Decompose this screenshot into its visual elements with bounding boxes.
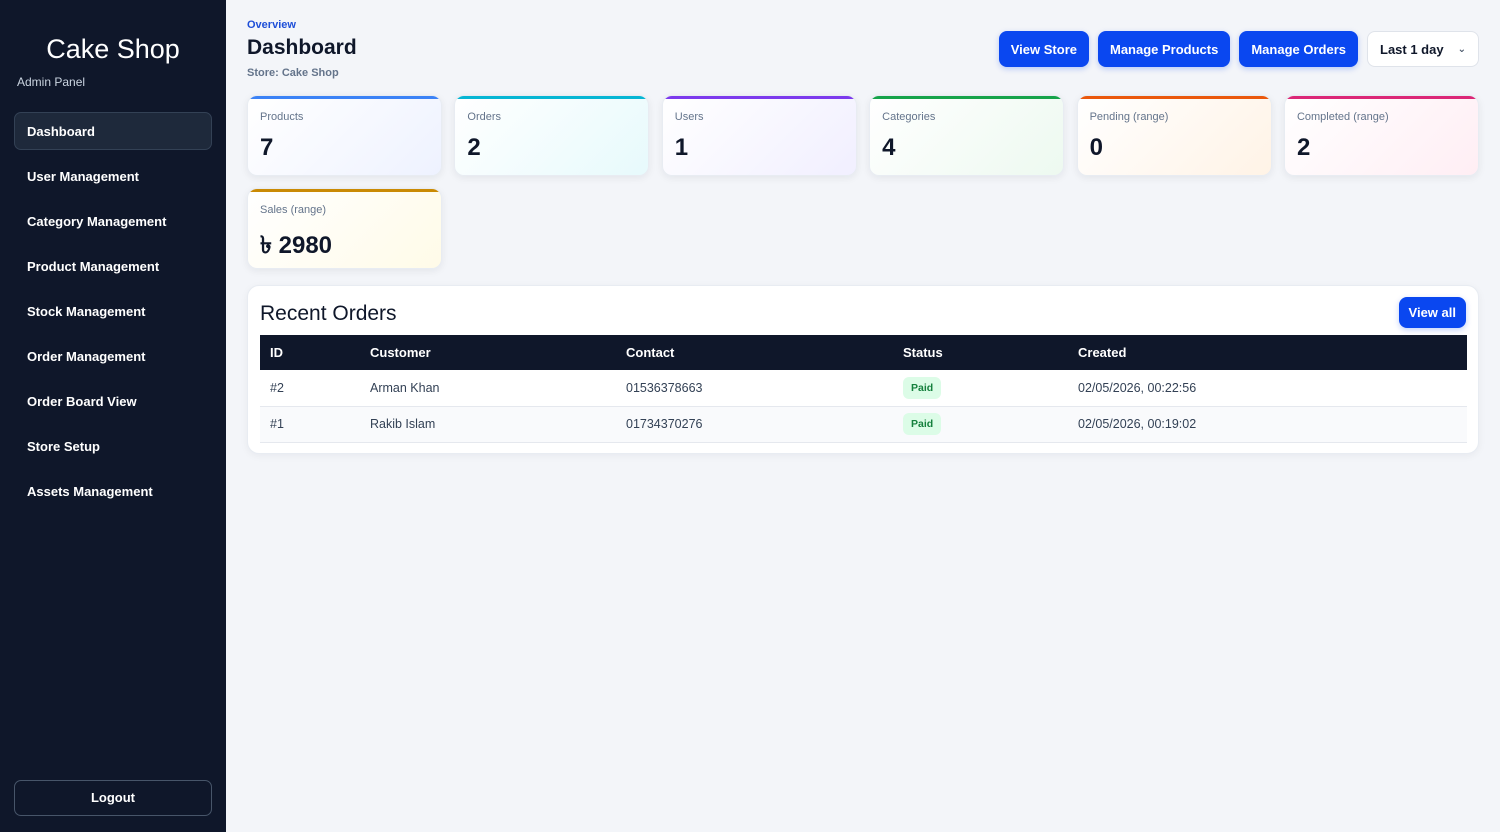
stat-label: Pending (range): [1089, 111, 1169, 123]
order-customer: Arman Khan: [370, 380, 440, 395]
order-created: 02/05/2026, 00:22:56: [1078, 380, 1197, 395]
logout-button[interactable]: Logout: [14, 780, 212, 816]
order-status-cell: Paid: [893, 406, 1068, 442]
recent-orders-title: Recent Orders: [260, 302, 397, 325]
recent-orders-panel: Recent Orders View all ID Customer Conta…: [247, 285, 1479, 454]
breadcrumb: Overview: [247, 19, 296, 31]
stat-value: ৳ 2980: [260, 232, 333, 259]
order-customer: Rakib Islam: [370, 417, 436, 431]
stats-cards: Products 7 Orders 2 Users 1 Categories 4…: [247, 95, 1479, 269]
stat-value: 4: [882, 134, 896, 161]
card-accent-bar: [662, 96, 856, 99]
stat-value: 7: [260, 134, 274, 161]
stat-value: 2: [1296, 134, 1311, 161]
table-row[interactable]: #2 Arman Khan 01536378663 Paid 02/05/202…: [260, 370, 1467, 406]
column-header-customer: Customer: [370, 345, 431, 360]
card-accent-bar: [1284, 96, 1478, 99]
chevron-down-icon: ⌄: [1457, 43, 1466, 55]
sidebar-item-category-management[interactable]: Category Management: [14, 202, 212, 240]
order-id: #2: [270, 380, 284, 395]
view-store-button[interactable]: View Store: [998, 31, 1089, 67]
table-row[interactable]: #1 Rakib Islam 01734370276 Paid 02/05/20…: [260, 406, 1467, 442]
stat-label: Sales (range): [260, 204, 327, 216]
store-label: Store: Cake Shop: [247, 67, 339, 79]
sidebar-item-order-board-view[interactable]: Order Board View: [14, 382, 212, 420]
order-contact: 01734370276: [626, 417, 703, 431]
stat-card-completed: Completed (range) 2: [1283, 95, 1479, 176]
stat-card-users: Users 1: [661, 95, 857, 176]
sidebar-item-assets-management[interactable]: Assets Management: [14, 472, 212, 510]
stat-card-categories: Categories 4: [869, 95, 1065, 176]
date-range-select[interactable]: Last 1 day ⌄: [1367, 31, 1479, 67]
stat-card-pending: Pending (range) 0: [1076, 95, 1272, 176]
stat-value: 2: [467, 134, 481, 161]
sidebar-item-user-management[interactable]: User Management: [14, 157, 212, 195]
stat-card-orders: Orders 2: [454, 95, 650, 176]
manage-products-button[interactable]: Manage Products: [1097, 31, 1231, 67]
stat-value: 1: [674, 134, 689, 161]
card-accent-bar: [248, 96, 441, 99]
stat-value: 0: [1089, 134, 1103, 161]
sidebar-item-store-setup[interactable]: Store Setup: [14, 427, 212, 465]
status-badge: Paid: [903, 413, 942, 435]
stat-label: Categories: [882, 111, 936, 123]
stat-label: Products: [260, 111, 304, 123]
sidebar-nav: Dashboard User Management Category Manag…: [14, 112, 212, 517]
sidebar-item-order-management[interactable]: Order Management: [14, 337, 212, 375]
order-created: 02/05/2026, 00:19:02: [1078, 417, 1197, 431]
stat-label: Orders: [467, 111, 502, 123]
column-header-status: Status: [903, 345, 943, 360]
page-title: Dashboard: [247, 36, 357, 59]
stat-label: Completed (range): [1296, 111, 1389, 123]
manage-orders-button[interactable]: Manage Orders: [1239, 31, 1358, 67]
main-content: Overview Dashboard Store: Cake Shop View…: [226, 0, 1500, 832]
card-accent-bar: [248, 189, 441, 192]
sidebar: Cake Shop Admin Panel Dashboard User Man…: [0, 0, 226, 832]
column-header-id: ID: [270, 345, 283, 360]
brand-subtitle: Admin Panel: [17, 75, 86, 89]
order-id: #1: [270, 417, 284, 431]
date-range-value: Last 1 day: [1380, 41, 1444, 57]
status-badge: Paid: [903, 376, 942, 399]
order-contact: 01536378663: [626, 380, 703, 395]
stat-label: Users: [674, 111, 704, 123]
stat-card-sales: Sales (range) ৳ 2980: [247, 188, 442, 269]
sidebar-item-product-management[interactable]: Product Management: [14, 247, 212, 285]
table-header-row: ID Customer Contact Status Created: [260, 335, 1467, 370]
order-status-cell: Paid: [893, 370, 1068, 406]
card-accent-bar: [870, 96, 1064, 99]
stat-card-products: Products 7: [247, 95, 442, 176]
sidebar-item-stock-management[interactable]: Stock Management: [14, 292, 212, 330]
card-accent-bar: [455, 96, 649, 99]
card-accent-bar: [1077, 96, 1271, 99]
orders-table: ID Customer Contact Status Created #2 Ar…: [260, 335, 1467, 443]
brand-title: Cake Shop: [46, 34, 180, 64]
sidebar-item-dashboard[interactable]: Dashboard: [14, 112, 212, 150]
view-all-button[interactable]: View all: [1398, 297, 1466, 328]
header-actions: View Store Manage Products Manage Orders…: [998, 31, 1479, 67]
column-header-contact: Contact: [626, 345, 675, 360]
column-header-created: Created: [1078, 345, 1127, 360]
